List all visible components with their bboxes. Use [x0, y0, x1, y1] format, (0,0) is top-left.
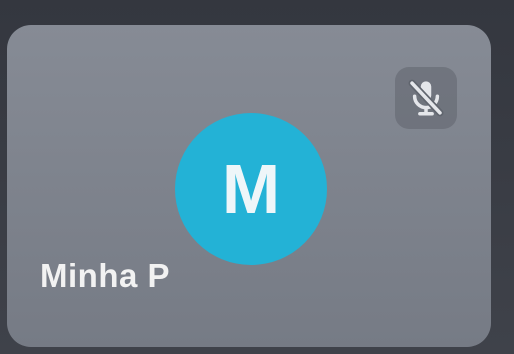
participant-name: Minha P: [40, 257, 171, 294]
microphone-off-icon: [408, 79, 444, 117]
mic-status-indicator: [395, 67, 457, 129]
avatar: M: [175, 113, 327, 265]
participant-tile[interactable]: M Minha P: [7, 25, 491, 347]
avatar-initial: M: [221, 150, 281, 228]
